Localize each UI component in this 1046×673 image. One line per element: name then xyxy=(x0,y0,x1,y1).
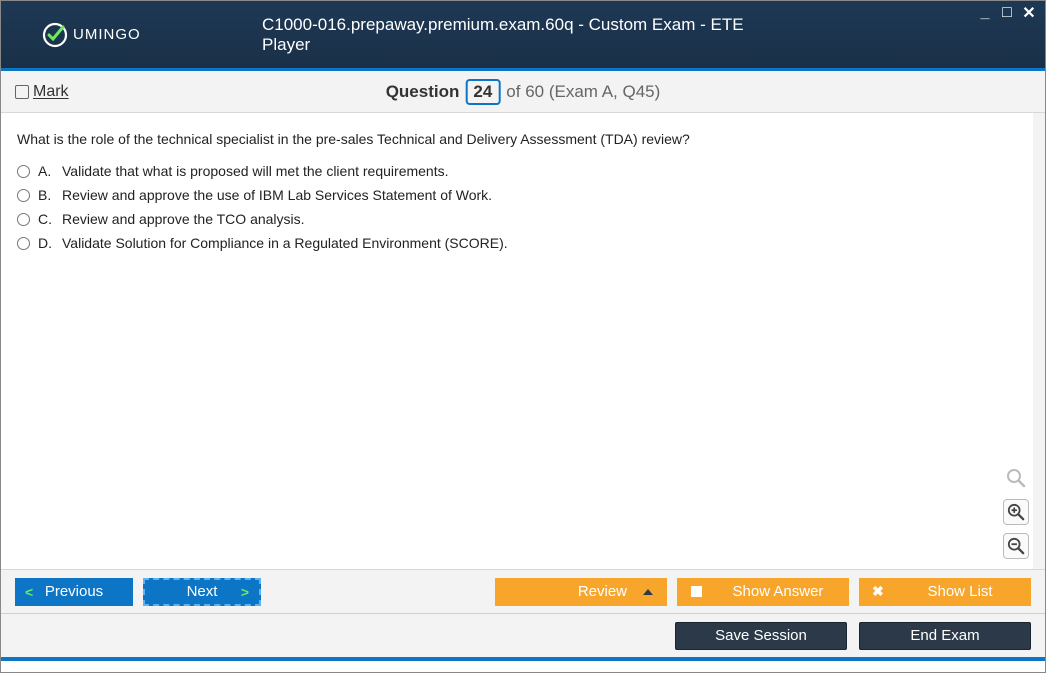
window-title: C1000-016.prepaway.premium.exam.60q - Cu… xyxy=(262,15,784,55)
zoom-in-icon[interactable] xyxy=(1003,499,1029,525)
show-answer-label: Show Answer xyxy=(733,583,824,600)
arrow-left-icon: < xyxy=(25,584,33,600)
answer-letter: C. xyxy=(38,211,54,227)
answer-text: Review and approve the use of IBM Lab Se… xyxy=(62,187,492,203)
answer-letter: A. xyxy=(38,163,54,179)
answer-radio[interactable] xyxy=(17,189,30,202)
answer-row[interactable]: C. Review and approve the TCO analysis. xyxy=(17,211,1017,227)
answer-row[interactable]: A. Validate that what is proposed will m… xyxy=(17,163,1017,179)
answer-text: Validate Solution for Compliance in a Re… xyxy=(62,235,508,251)
question-header: Mark Question 24 of 60 (Exam A, Q45) xyxy=(1,71,1045,113)
triangle-up-icon xyxy=(643,589,653,595)
answer-letter: D. xyxy=(38,235,54,251)
arrow-right-icon: > xyxy=(241,584,249,600)
question-number: 24 xyxy=(465,79,500,105)
zoom-out-icon[interactable] xyxy=(1003,533,1029,559)
logo-check-icon xyxy=(41,21,69,49)
mark-checkbox[interactable] xyxy=(15,85,29,99)
question-content: What is the role of the technical specia… xyxy=(1,113,1045,569)
question-label: Question xyxy=(386,82,460,102)
next-button[interactable]: Next > xyxy=(143,578,261,606)
app-logo: UMINGO xyxy=(41,21,141,49)
square-icon xyxy=(691,586,702,597)
question-total: of 60 (Exam A, Q45) xyxy=(506,82,660,102)
answer-letter: B. xyxy=(38,187,54,203)
mark-label: Mark xyxy=(33,83,69,101)
show-list-label: Show List xyxy=(927,583,992,600)
minimize-button[interactable]: _ xyxy=(977,5,993,21)
maximize-button[interactable]: □ xyxy=(999,5,1015,21)
mark-zone[interactable]: Mark xyxy=(15,83,69,101)
save-session-label: Save Session xyxy=(715,627,807,644)
show-list-button[interactable]: ✖ Show List xyxy=(859,578,1031,606)
previous-label: Previous xyxy=(45,583,103,600)
question-text: What is the role of the technical specia… xyxy=(17,131,1017,147)
answer-row[interactable]: D. Validate Solution for Compliance in a… xyxy=(17,235,1017,251)
answer-text: Validate that what is proposed will met … xyxy=(62,163,449,179)
previous-button[interactable]: < Previous xyxy=(15,578,133,606)
search-icon[interactable] xyxy=(1003,465,1029,491)
close-button[interactable]: ✕ xyxy=(1021,5,1037,21)
bottom-accent-bar xyxy=(1,657,1045,661)
answer-radio[interactable] xyxy=(17,213,30,226)
answer-text: Review and approve the TCO analysis. xyxy=(62,211,305,227)
zoom-controls xyxy=(1003,465,1029,559)
next-label: Next xyxy=(187,583,218,600)
x-icon: ✖ xyxy=(872,583,884,600)
answer-radio[interactable] xyxy=(17,165,30,178)
session-footer: Save Session End Exam xyxy=(1,613,1045,657)
review-label: Review xyxy=(578,583,627,600)
answer-radio[interactable] xyxy=(17,237,30,250)
titlebar: UMINGO C1000-016.prepaway.premium.exam.6… xyxy=(1,1,1045,68)
show-answer-button[interactable]: Show Answer xyxy=(677,578,849,606)
logo-text: UMINGO xyxy=(73,26,141,43)
review-button[interactable]: Review xyxy=(495,578,667,606)
end-exam-label: End Exam xyxy=(910,627,979,644)
window-controls: _ □ ✕ xyxy=(977,5,1037,21)
answers-list: A. Validate that what is proposed will m… xyxy=(17,163,1017,251)
question-counter: Question 24 of 60 (Exam A, Q45) xyxy=(386,79,661,105)
navigation-footer: < Previous Next > Review Show Answer ✖ S… xyxy=(1,569,1045,613)
answer-row[interactable]: B. Review and approve the use of IBM Lab… xyxy=(17,187,1017,203)
save-session-button[interactable]: Save Session xyxy=(675,622,847,650)
end-exam-button[interactable]: End Exam xyxy=(859,622,1031,650)
